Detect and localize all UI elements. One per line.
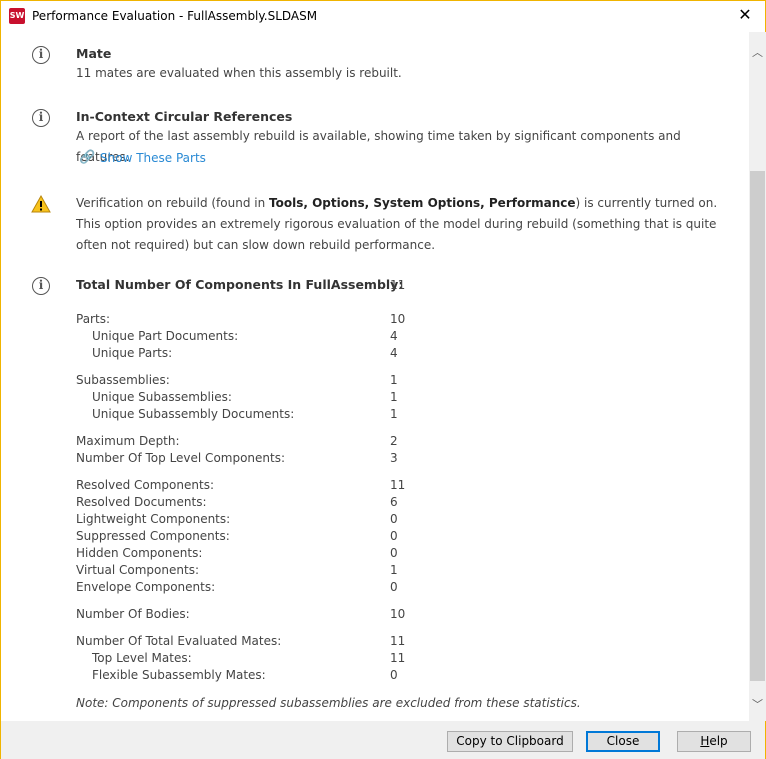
stat-value: 11 xyxy=(390,634,406,648)
stat-value: 4 xyxy=(390,329,398,343)
scrollbar-thumb[interactable] xyxy=(750,171,765,681)
stat-row: Subassemblies: 1 xyxy=(76,372,436,389)
stat-label: Unique Parts: xyxy=(92,346,173,360)
stat-row: Maximum Depth: 2 xyxy=(76,433,436,450)
verification-text-pre: Verification on rebuild (found in xyxy=(76,196,270,210)
solidworks-app-icon: SW xyxy=(9,8,25,24)
info-icon: i xyxy=(32,277,50,295)
stat-row: Virtual Components: 1 xyxy=(76,562,436,579)
stat-value: 3 xyxy=(390,451,398,465)
close-window-button[interactable]: ✕ xyxy=(733,5,757,24)
stat-value: 4 xyxy=(390,346,398,360)
stat-row: Resolved Components: 11 xyxy=(76,477,436,494)
stat-value: 2 xyxy=(390,434,398,448)
stat-value: 0 xyxy=(390,668,398,682)
stat-label: Unique Subassemblies: xyxy=(92,390,232,404)
stat-row: Envelope Components: 0 xyxy=(76,579,436,596)
stats-total-value: 11 xyxy=(390,278,406,292)
stat-row: Number Of Bodies: 10 xyxy=(76,606,436,623)
stat-label: Number Of Total Evaluated Mates: xyxy=(76,634,282,648)
stat-label: Resolved Documents: xyxy=(76,495,207,509)
stat-value: 6 xyxy=(390,495,398,509)
stat-value: 0 xyxy=(390,546,398,560)
stat-label: Flexible Subassembly Mates: xyxy=(92,668,266,682)
stat-label: Virtual Components: xyxy=(76,563,199,577)
copy-to-clipboard-button[interactable]: Copy to Clipboard xyxy=(447,731,573,752)
help-label: elp xyxy=(709,734,728,748)
stat-value: 0 xyxy=(390,529,398,543)
stats-note: Note: Components of suppressed subassemb… xyxy=(76,696,581,710)
info-icon: i xyxy=(32,46,50,64)
stat-value: 1 xyxy=(390,373,398,387)
report-content: i Mate 11 mates are evaluated when this … xyxy=(1,32,748,721)
scroll-down-icon[interactable]: ﹀ xyxy=(749,696,766,713)
stat-row: Unique Part Documents: 4 xyxy=(76,328,436,345)
stat-row: Lightweight Components: 0 xyxy=(76,511,436,528)
performance-evaluation-dialog: SW Performance Evaluation - FullAssembly… xyxy=(0,0,766,759)
stat-row: Parts: 10 xyxy=(76,311,436,328)
help-button[interactable]: Help xyxy=(677,731,751,752)
stat-value: 11 xyxy=(390,478,406,492)
stat-row: Unique Parts: 4 xyxy=(76,345,436,362)
stat-row: Number Of Total Evaluated Mates: 11 xyxy=(76,633,436,650)
stat-label: Envelope Components: xyxy=(76,580,216,594)
close-button[interactable]: Close xyxy=(586,731,660,752)
stat-value: 10 xyxy=(390,312,406,326)
stat-value: 0 xyxy=(390,580,398,594)
mate-text: 11 mates are evaluated when this assembl… xyxy=(76,66,402,80)
stat-row: Hidden Components: 0 xyxy=(76,545,436,562)
stat-value: 0 xyxy=(390,512,398,526)
scroll-up-icon[interactable]: ︿ xyxy=(749,44,766,61)
stat-row: Unique Subassembly Documents: 1 xyxy=(76,406,436,423)
stat-label: Subassemblies: xyxy=(76,373,170,387)
button-bar: Copy to Clipboard Close Help xyxy=(1,721,765,759)
verification-text: Verification on rebuild (found in Tools,… xyxy=(76,193,736,256)
help-mnemonic: H xyxy=(700,734,710,748)
stat-value: 10 xyxy=(390,607,406,621)
link-icon: 🔗 xyxy=(79,150,96,165)
stat-value: 1 xyxy=(390,390,398,404)
show-these-parts-link[interactable]: Show These Parts xyxy=(100,151,206,165)
stat-label: Unique Part Documents: xyxy=(92,329,239,343)
stats-heading: Total Number Of Components In FullAssemb… xyxy=(76,277,404,292)
window-title: Performance Evaluation - FullAssembly.SL… xyxy=(32,9,318,23)
warning-icon xyxy=(31,195,51,213)
stat-value: 1 xyxy=(390,563,398,577)
stat-row: Suppressed Components: 0 xyxy=(76,528,436,545)
stat-row: Top Level Mates: 11 xyxy=(76,650,436,667)
stat-label: Parts: xyxy=(76,312,110,326)
stat-row: Flexible Subassembly Mates: 0 xyxy=(76,667,436,684)
title-bar: SW Performance Evaluation - FullAssembly… xyxy=(1,1,765,32)
stat-label: Number Of Bodies: xyxy=(76,607,190,621)
mate-heading: Mate xyxy=(76,46,112,61)
stat-label: Top Level Mates: xyxy=(92,651,192,665)
stat-label: Suppressed Components: xyxy=(76,529,230,543)
vertical-scrollbar[interactable]: ︿ ﹀ xyxy=(749,32,766,721)
stat-value: 11 xyxy=(390,651,406,665)
stat-label: Number Of Top Level Components: xyxy=(76,451,286,465)
stat-label: Maximum Depth: xyxy=(76,434,180,448)
stat-label: Lightweight Components: xyxy=(76,512,231,526)
stat-value: 1 xyxy=(390,407,398,421)
stat-label: Unique Subassembly Documents: xyxy=(92,407,295,421)
info-icon: i xyxy=(32,109,50,127)
stat-label: Resolved Components: xyxy=(76,478,214,492)
verification-options-path: Tools, Options, System Options, Performa… xyxy=(269,196,576,210)
stat-row: Resolved Documents: 6 xyxy=(76,494,436,511)
stat-row: Number Of Top Level Components: 3 xyxy=(76,450,436,467)
circular-heading: In-Context Circular References xyxy=(76,109,293,124)
stat-label: Hidden Components: xyxy=(76,546,203,560)
stat-row: Unique Subassemblies: 1 xyxy=(76,389,436,406)
